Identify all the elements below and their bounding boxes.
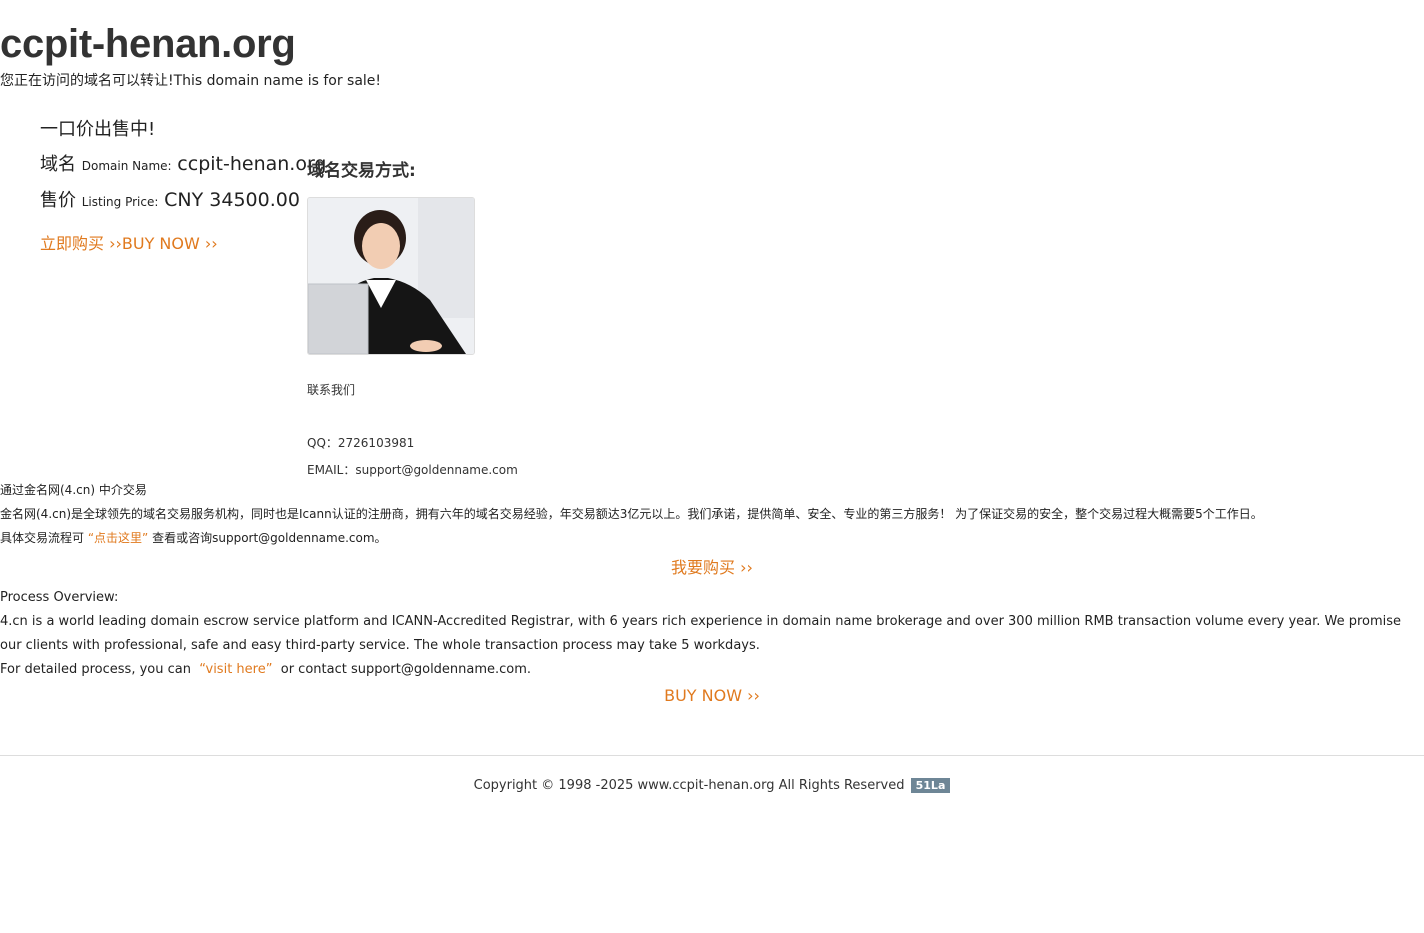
en-visit-here-link[interactable]: “visit here”: [199, 662, 272, 677]
en-process-line: For detailed process, you can “visit her…: [0, 658, 1410, 682]
sale-heading: 一口价出售中!: [40, 119, 156, 140]
en-buy-now-link[interactable]: BUY NOW ››: [0, 686, 1424, 705]
price-label-zh: 售价: [40, 190, 76, 211]
sale-notice: 您正在访问的域名可以转让!This domain name is for sal…: [0, 73, 382, 89]
price-value: CNY 34500.00: [164, 189, 300, 211]
en-description: 4.cn is a world leading domain escrow se…: [0, 614, 1402, 653]
zh-via: 通过金名网(4.cn) 中介交易: [0, 483, 147, 497]
zh-process-line: 具体交易流程可 “点击这里” 查看或咨询support@goldenname.c…: [0, 526, 1263, 550]
email-contact: EMAIL：support@goldenname.com: [307, 463, 518, 477]
footer-divider: [0, 755, 1424, 756]
zh-process-suffix: 查看或咨询support@goldenname.com。: [152, 531, 387, 545]
sale-box: 一口价出售中! 域名 Domain Name: ccpit-henan.org …: [40, 118, 327, 254]
stats-badge[interactable]: 51La: [910, 778, 951, 793]
domain-label-en: Domain Name:: [81, 159, 172, 173]
contact-us-label: 联系我们: [307, 383, 356, 397]
zh-buy-link[interactable]: 我要购买 ››: [0, 554, 1424, 578]
en-process-suffix: or contact support@goldenname.com.: [280, 662, 532, 677]
domain-label-zh: 域名: [40, 154, 76, 175]
en-info-block: Process Overview: 4.cn is a world leadin…: [0, 586, 1410, 682]
zh-info-block: 通过金名网(4.cn) 中介交易 金名网(4.cn)是全球领先的域名交易服务机构…: [0, 478, 1263, 550]
en-process-prefix: For detailed process, you can: [0, 662, 191, 677]
price-row: 售价 Listing Price: CNY 34500.00: [40, 188, 327, 214]
domain-title: ccpit-henan.org: [0, 22, 296, 66]
domain-name-row: 域名 Domain Name: ccpit-henan.org: [40, 152, 327, 178]
zh-process-prefix: 具体交易流程可: [0, 531, 85, 545]
qq-contact: QQ：2726103981: [307, 436, 415, 450]
footer: Copyright © 1998 -2025 www.ccpit-henan.o…: [0, 778, 1424, 793]
price-label-en: Listing Price:: [81, 195, 159, 209]
zh-description: 金名网(4.cn)是全球领先的域名交易服务机构，同时也是Icann认证的注册商，…: [0, 507, 1263, 521]
agent-photo-icon: [307, 197, 475, 355]
en-heading: Process Overview:: [0, 590, 119, 605]
domain-value: ccpit-henan.org: [177, 153, 327, 175]
agent-photo-illustration: [308, 198, 474, 354]
contact-panel: 域名交易方式: 联系我们 QQ：2726103981 EMAIL：support…: [307, 156, 518, 478]
zh-click-here-link[interactable]: “点击这里”: [88, 531, 148, 545]
buy-now-link[interactable]: 立即购买 ››BUY NOW ››: [40, 230, 218, 254]
contact-heading: 域名交易方式:: [307, 161, 416, 181]
copyright-text: Copyright © 1998 -2025 www.ccpit-henan.o…: [473, 778, 905, 793]
